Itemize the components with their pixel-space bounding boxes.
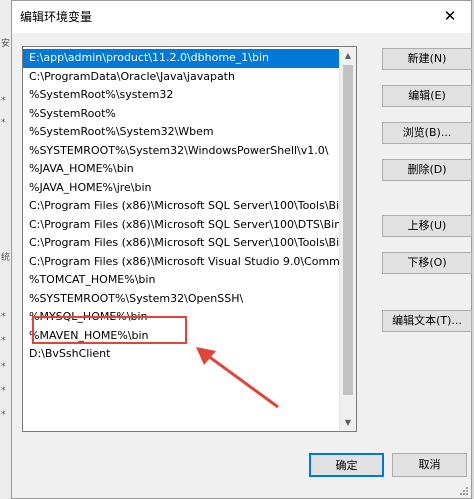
background-fragment: * [1,312,6,322]
background-fragment: * [1,118,6,128]
highlight-annotation-box [32,316,187,344]
path-list-item[interactable]: D:\BvSshClient [23,345,339,364]
title-bar: 编辑环境变量 ✕ [12,1,471,33]
background-fragment: 统 [1,253,11,263]
path-list-item[interactable]: %SYSTEMROOT%\System32\WindowsPowerShell\… [23,142,339,161]
path-list-item[interactable]: %JAVA_HOME%\bin [23,160,339,179]
dialog-title: 编辑环境变量 [20,10,93,24]
background-fragment: * [1,386,6,396]
path-list-item[interactable]: C:\Program Files (x86)\Microsoft SQL Ser… [23,216,339,235]
scroll-down-icon[interactable]: ▼ [340,414,356,431]
background-fragment: * [1,336,6,346]
edit-text-button[interactable]: 编辑文本(T)... [382,310,472,332]
path-list-item[interactable]: %TOMCAT_HOME%\bin [23,271,339,290]
background-fragment: * [1,96,6,106]
background-fragment: * [1,362,6,372]
ok-button[interactable]: 确定 [309,453,384,477]
edit-environment-variable-dialog: 编辑环境变量 ✕ E:\app\admin\product\11.2.0\dbh… [11,0,472,499]
path-list-item[interactable]: C:\ProgramData\Oracle\Java\javapath [23,68,339,87]
vertical-scrollbar[interactable]: ▲ ▼ [339,47,356,431]
scroll-thumb[interactable] [343,65,353,395]
browse-button[interactable]: 浏览(B)... [382,122,472,144]
path-list-item[interactable]: %JAVA_HOME%\jre\bin [23,179,339,198]
path-list-item[interactable]: C:\Program Files (x86)\Microsoft SQL Ser… [23,234,339,253]
cancel-button[interactable]: 取消 [392,453,467,477]
annotation-arrow-icon [196,347,279,409]
move-up-button[interactable]: 上移(U) [382,215,472,237]
path-list-item[interactable]: C:\Program Files (x86)\Microsoft SQL Ser… [23,197,339,216]
path-list-item[interactable]: C:\Program Files (x86)\Microsoft Visual … [23,253,339,272]
resize-grip-icon[interactable] [459,486,469,496]
path-list[interactable]: E:\app\admin\product\11.2.0\dbhome_1\bin… [22,46,357,432]
background-fragment: 安 [1,39,11,49]
edit-button[interactable]: 编辑(E) [382,85,472,107]
path-list-item[interactable]: E:\app\admin\product\11.2.0\dbhome_1\bin [23,49,339,68]
delete-button[interactable]: 删除(D) [382,159,472,181]
path-list-item[interactable]: %SYSTEMROOT%\System32\OpenSSH\ [23,290,339,309]
move-down-button[interactable]: 下移(O) [382,252,472,274]
new-button[interactable]: 新建(N) [382,48,472,70]
background-fragment: * [1,410,6,420]
scroll-up-icon[interactable]: ▲ [340,47,356,64]
path-list-item[interactable]: %SystemRoot%\system32 [23,86,339,105]
close-icon[interactable]: ✕ [437,4,463,28]
path-list-item[interactable]: %SystemRoot%\System32\Wbem [23,123,339,142]
path-list-item[interactable]: %SystemRoot% [23,105,339,124]
